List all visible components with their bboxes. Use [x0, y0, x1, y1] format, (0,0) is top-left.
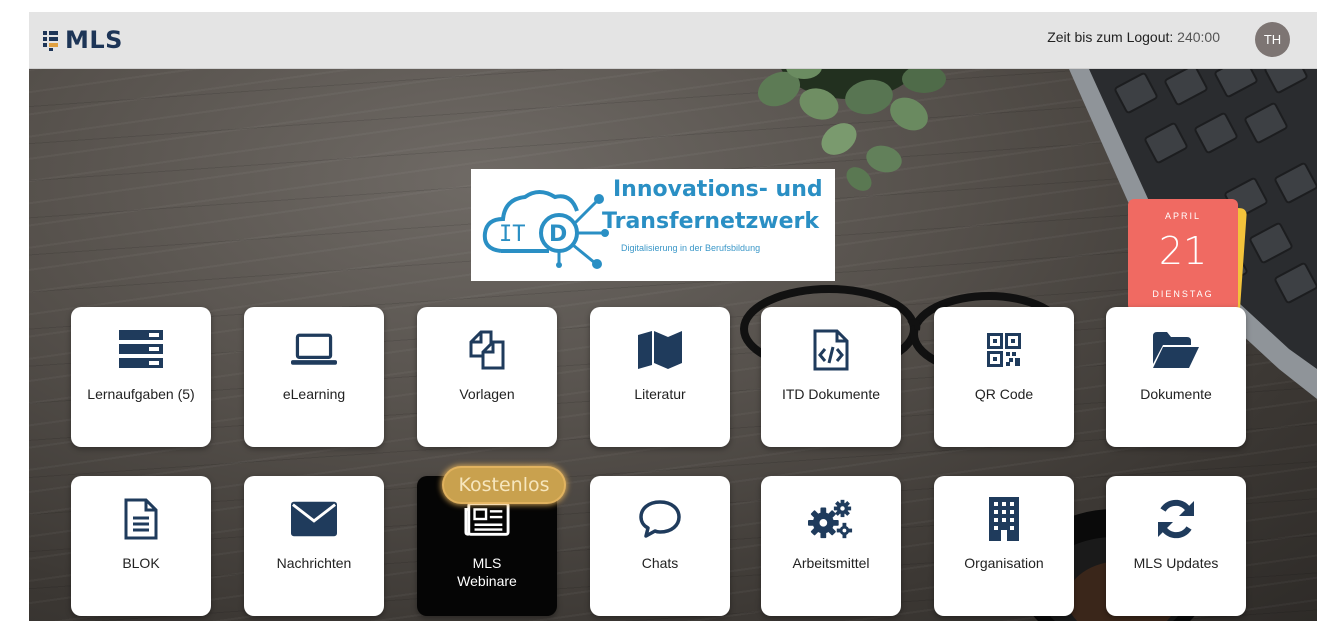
tile-label: eLearning — [282, 386, 346, 402]
calendar-day: 21 — [1158, 229, 1208, 273]
book-open-icon — [637, 327, 683, 373]
tile-label: Arbeitsmittel — [792, 555, 870, 571]
cloud-network-icon: IT D — [482, 190, 609, 269]
tile-label: Nachrichten — [276, 555, 352, 571]
tile-literatur[interactable]: Literatur — [590, 307, 730, 447]
tile-blok[interactable]: BLOK — [71, 476, 211, 616]
tile-label: BLOK — [122, 555, 160, 571]
sync-icon — [1153, 496, 1199, 542]
envelope-icon — [291, 496, 337, 542]
calendar-widget: APRIL 21 DIENSTAG — [1128, 199, 1238, 311]
tile-organisation[interactable]: Organisation — [934, 476, 1074, 616]
tile-lernaufgaben[interactable]: Lernaufgaben (5) — [71, 307, 211, 447]
tile-label: ITD Dokumente — [781, 386, 881, 402]
desk-background: IT D Innovations- und Transfernetzwerk D… — [29, 69, 1317, 621]
tile-itd-dokumente[interactable]: ITD Dokumente — [761, 307, 901, 447]
document-icon — [118, 496, 164, 542]
building-icon — [981, 496, 1027, 542]
code-file-icon — [808, 327, 854, 373]
tile-arbeitsmittel[interactable]: Arbeitsmittel — [761, 476, 901, 616]
mls-logo[interactable]: MLS — [43, 24, 123, 56]
mls-dashboard: MLS Zeit bis zum Logout: 240:00 TH IT D … — [29, 12, 1317, 621]
banner-subtitle: Digitalisierung in der Berufsbildung — [621, 243, 761, 253]
banner-title-line1: Innovations- und — [613, 177, 823, 202]
tile-label: Literatur — [634, 386, 686, 402]
tile-mls-webinare[interactable]: MLS Webinare Kostenlos — [417, 468, 564, 616]
tile-label: QR Code — [974, 386, 1034, 402]
server-stack-icon — [118, 327, 164, 373]
banner-title-line2: Transfernetzwerk — [602, 209, 820, 234]
svg-text:IT: IT — [499, 222, 526, 247]
speech-bubble-icon — [637, 496, 683, 542]
logout-timer: Zeit bis zum Logout: 240:00 — [1047, 29, 1220, 45]
tile-vorlagen[interactable]: Vorlagen — [417, 307, 557, 447]
mls-logo-icon — [43, 31, 58, 51]
tile-label: Vorlagen — [459, 386, 515, 402]
folder-open-icon — [1153, 327, 1199, 373]
logo-text: MLS — [65, 26, 123, 54]
avatar-initials: TH — [1263, 32, 1282, 47]
tile-dokumente[interactable]: Dokumente — [1106, 307, 1246, 447]
logout-time: 240:00 — [1177, 29, 1220, 45]
tile-label: Lernaufgaben (5) — [87, 386, 195, 402]
gears-icon — [808, 496, 854, 542]
tile-mls-updates[interactable]: MLS Updates — [1106, 476, 1246, 616]
tile-label: MLS Webinare — [457, 555, 517, 589]
tile-label: MLS Updates — [1133, 555, 1219, 571]
tile-label: Organisation — [964, 555, 1044, 571]
laptop-icon — [291, 327, 337, 373]
logout-label: Zeit bis zum Logout: — [1047, 29, 1174, 45]
newspaper-icon — [464, 496, 510, 542]
tile-elearning[interactable]: eLearning — [244, 307, 384, 447]
tile-label: Dokumente — [1140, 386, 1212, 402]
calendar-weekday: DIENSTAG — [1152, 289, 1214, 299]
copy-files-icon — [464, 327, 510, 373]
tile-label: Chats — [641, 555, 679, 571]
svg-text:D: D — [549, 222, 567, 247]
itd-banner[interactable]: IT D Innovations- und Transfernetzwerk D… — [471, 169, 835, 281]
user-avatar[interactable]: TH — [1255, 22, 1290, 57]
tile-qr-code[interactable]: QR Code — [934, 307, 1074, 447]
tile-chats[interactable]: Chats — [590, 476, 730, 616]
kostenlos-badge: Kostenlos — [444, 468, 564, 502]
tile-nachrichten[interactable]: Nachrichten — [244, 476, 384, 616]
qr-code-icon — [981, 327, 1027, 373]
calendar-month: APRIL — [1164, 211, 1201, 221]
top-bar: MLS Zeit bis zum Logout: 240:00 TH — [29, 12, 1317, 69]
